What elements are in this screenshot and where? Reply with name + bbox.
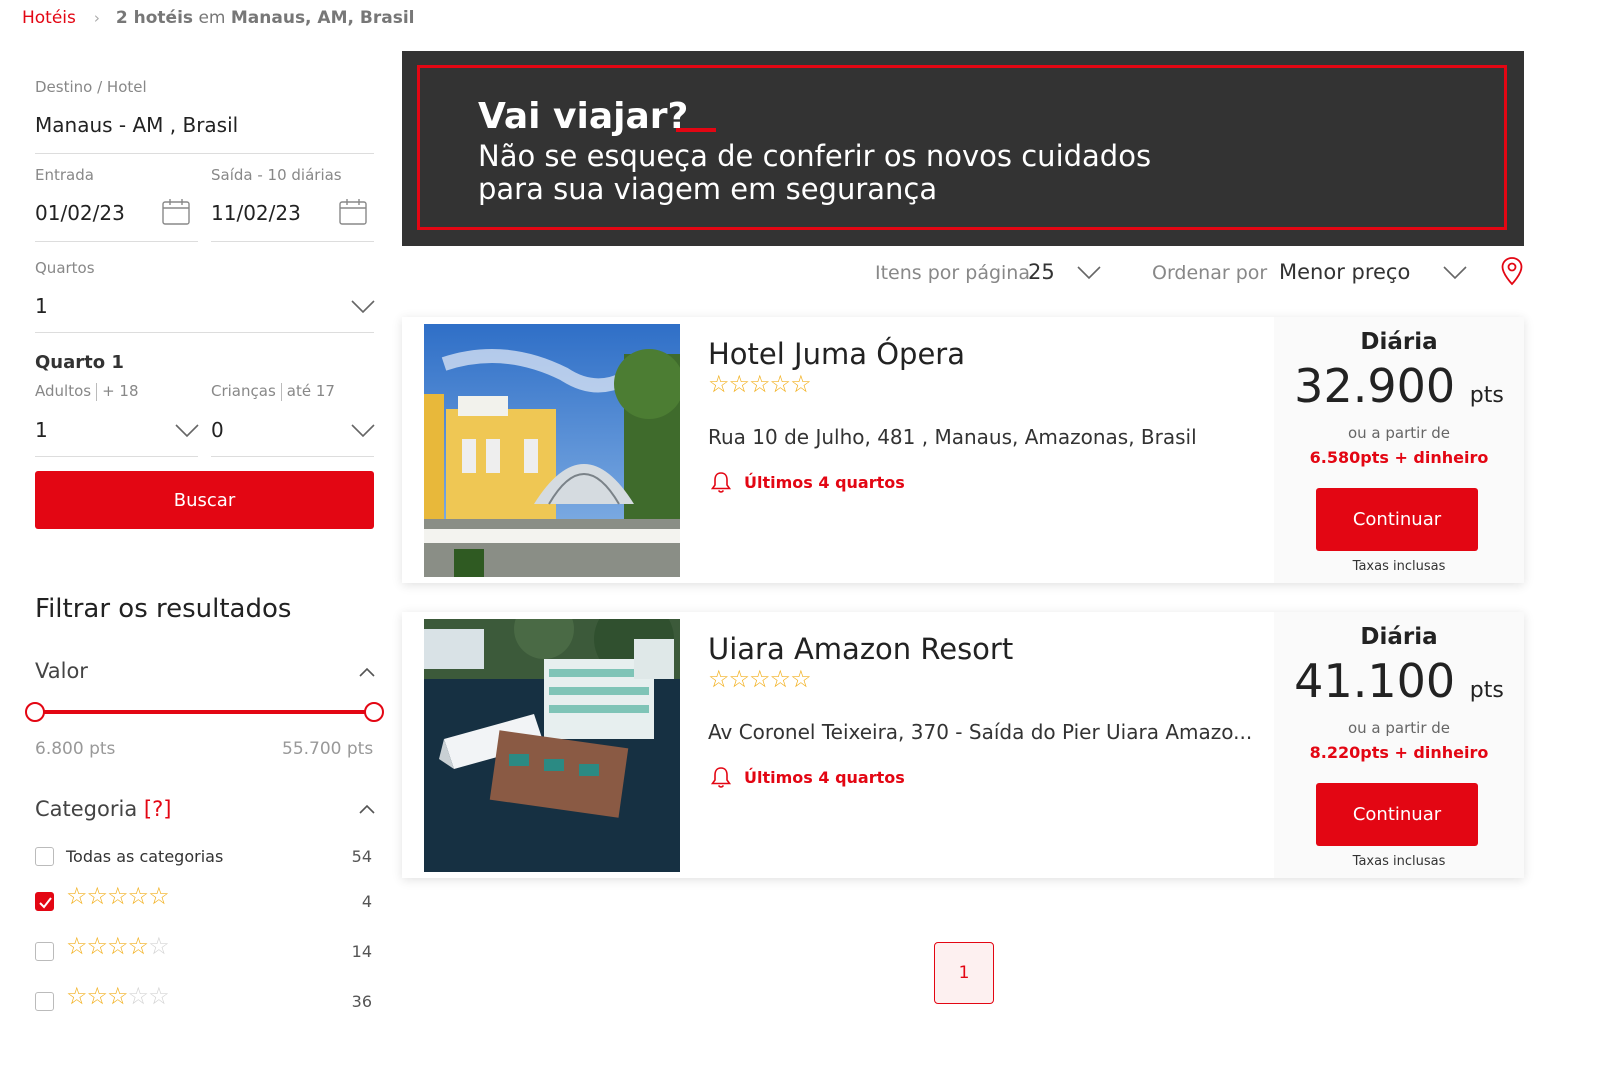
category-checkbox-5-stars[interactable] <box>35 892 54 911</box>
cash-option: 6.580pts + dinheiro <box>1309 448 1489 467</box>
adults-select[interactable]: 1 <box>35 418 48 442</box>
price-range-max: 55.700 pts <box>282 739 374 759</box>
category-label-all: Todas as categorias <box>66 847 224 866</box>
children-select[interactable]: 0 <box>211 418 224 442</box>
checkout-underline <box>211 241 374 242</box>
per-page-select[interactable]: 25 <box>1028 260 1055 284</box>
order-by-label: Ordenar por <box>1152 262 1268 284</box>
hotel-name[interactable]: Uiara Amazon Resort <box>708 632 1013 666</box>
cash-option: 8.220pts + dinheiro <box>1309 743 1489 762</box>
availability-alert: Últimos 4 quartos <box>710 765 905 789</box>
checkin-input[interactable]: 01/02/23 <box>35 201 125 225</box>
hotel-address: Rua 10 de Julho, 481 , Manaus, Amazonas,… <box>708 425 1197 449</box>
destination-label: Destino / Hotel <box>35 78 147 96</box>
or-from-label: ou a partir de <box>1347 424 1451 442</box>
children-label: Crianças até 17 <box>211 382 335 401</box>
category-count: 54 <box>351 847 372 866</box>
price-range-min: 6.800 pts <box>35 739 116 759</box>
star-rating-3: ☆☆☆☆☆ <box>66 982 170 1010</box>
adults-label: Adultos + 18 <box>35 382 139 401</box>
hotel-name[interactable]: Hotel Juma Ópera <box>708 337 965 371</box>
breadcrumb-location: Manaus, AM, Brasil <box>230 8 415 28</box>
taxes-note: Taxas inclusas <box>1352 559 1446 574</box>
hotel-stars: ☆☆☆☆☆ <box>708 665 812 693</box>
banner-frame: Vai viajar? Não se esqueça de conferir o… <box>417 65 1507 230</box>
taxes-note: Taxas inclusas <box>1352 854 1446 869</box>
checkout-label: Saída - 10 diárias <box>211 166 342 184</box>
price-label: Diária <box>1360 624 1438 650</box>
breadcrumb: Hotéis › 2 hotéis em Manaus, AM, Brasil <box>22 8 414 28</box>
hotel-card: Uiara Amazon Resort ☆☆☆☆☆ Av Coronel Tei… <box>402 612 1524 878</box>
price-panel: Diária 32.900 pts ou a partir de 6.580pt… <box>1274 317 1524 583</box>
price-slider-max-handle[interactable] <box>364 702 384 722</box>
category-count: 4 <box>361 892 372 911</box>
category-count: 36 <box>351 992 372 1011</box>
travel-safety-banner[interactable]: Vai viajar? Não se esqueça de conferir o… <box>402 51 1524 246</box>
bell-icon <box>710 767 732 788</box>
chevron-up-icon[interactable] <box>359 804 375 814</box>
bell-icon <box>710 472 732 493</box>
pagination-page-1[interactable]: 1 <box>934 942 994 1004</box>
category-section-title[interactable]: Categoria [?] <box>35 797 171 821</box>
breadcrumb-in: em <box>198 8 226 28</box>
star-rating-4: ☆☆☆☆☆ <box>66 932 170 960</box>
map-pin-icon[interactable] <box>1500 256 1524 286</box>
points-price: 32.900 pts <box>1294 359 1504 413</box>
breadcrumb-home-link[interactable]: Hotéis <box>22 8 76 28</box>
value-section-title[interactable]: Valor <box>35 659 88 683</box>
per-page-label: Itens por página <box>875 262 1030 284</box>
check-icon <box>39 897 52 909</box>
order-by-select[interactable]: Menor preço <box>1279 260 1410 284</box>
continue-button[interactable]: Continuar <box>1316 488 1478 551</box>
availability-alert: Últimos 4 quartos <box>710 470 905 494</box>
filters-title: Filtrar os resultados <box>35 594 292 624</box>
category-count: 14 <box>351 942 372 961</box>
breadcrumb-separator: › <box>93 9 100 27</box>
calendar-icon[interactable] <box>339 199 367 225</box>
or-from-label: ou a partir de <box>1347 719 1451 737</box>
price-panel: Diária 41.100 pts ou a partir de 8.220pt… <box>1274 612 1524 878</box>
chevron-down-icon[interactable] <box>1077 266 1101 280</box>
price-slider-min-handle[interactable] <box>25 702 45 722</box>
search-button[interactable]: Buscar <box>35 471 374 529</box>
checkout-input[interactable]: 11/02/23 <box>211 201 301 225</box>
continue-button[interactable]: Continuar <box>1316 783 1478 846</box>
chevron-up-icon[interactable] <box>359 667 375 677</box>
checkin-label: Entrada <box>35 166 94 184</box>
hotel-photo[interactable] <box>424 619 680 872</box>
chevron-down-icon[interactable] <box>1443 266 1467 280</box>
hotel-address: Av Coronel Teixeira, 370 - Saída do Pier… <box>708 720 1253 744</box>
category-help-link[interactable]: [?] <box>144 797 172 821</box>
adults-underline <box>35 456 198 457</box>
category-checkbox-3-stars[interactable] <box>35 992 54 1011</box>
room-title: Quarto 1 <box>35 352 124 373</box>
banner-text: Não se esqueça de conferir os novos cuid… <box>478 139 1152 206</box>
chevron-down-icon[interactable] <box>175 424 199 438</box>
hotel-card: Hotel Juma Ópera ☆☆☆☆☆ Rua 10 de Julho, … <box>402 317 1524 583</box>
destination-underline <box>35 153 374 154</box>
children-underline <box>211 456 374 457</box>
price-label: Diária <box>1360 329 1438 355</box>
category-checkbox-all[interactable] <box>35 847 54 866</box>
chevron-down-icon[interactable] <box>351 300 375 314</box>
chevron-down-icon[interactable] <box>351 424 375 438</box>
star-rating-5: ☆☆☆☆☆ <box>66 882 170 910</box>
category-checkbox-4-stars[interactable] <box>35 942 54 961</box>
points-price: 41.100 pts <box>1294 654 1504 708</box>
destination-input[interactable]: Manaus - AM , Brasil <box>35 113 238 137</box>
hotel-photo[interactable] <box>424 324 680 577</box>
calendar-icon[interactable] <box>162 199 190 225</box>
banner-title-accent <box>676 128 716 132</box>
checkin-underline <box>35 241 198 242</box>
price-slider-track[interactable] <box>35 710 374 714</box>
rooms-label: Quartos <box>35 259 95 277</box>
breadcrumb-count: 2 hotéis <box>115 8 194 28</box>
hotel-stars: ☆☆☆☆☆ <box>708 370 812 398</box>
rooms-select[interactable]: 1 <box>35 294 48 318</box>
rooms-underline <box>35 332 374 333</box>
banner-title: Vai viajar? <box>478 96 689 137</box>
